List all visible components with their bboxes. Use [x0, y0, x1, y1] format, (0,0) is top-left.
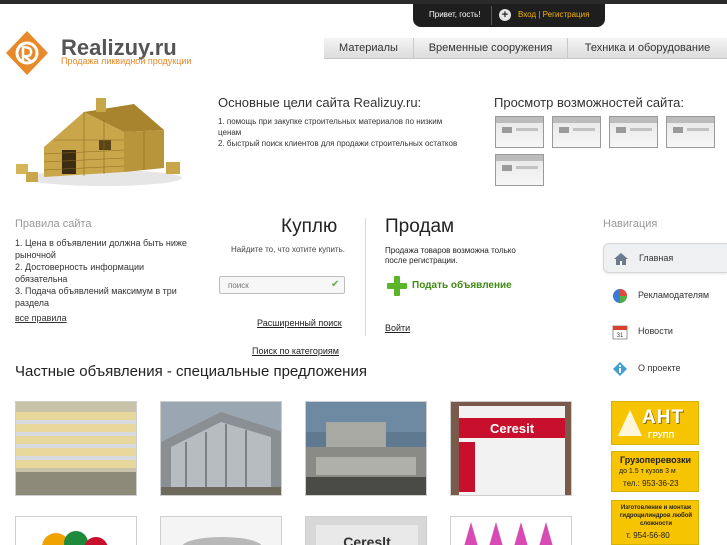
plus-icon[interactable]: +: [499, 9, 511, 21]
nav-item-home[interactable]: Главная: [603, 243, 727, 273]
buy-title: Куплю: [281, 216, 338, 237]
nav-materials[interactable]: Материалы: [324, 38, 414, 58]
advanced-search-link[interactable]: Расширенный поиск: [257, 318, 342, 328]
listing-photo[interactable]: [15, 401, 137, 496]
nav-item-label: Новости: [638, 326, 673, 336]
ad-phone: тел.: 953-36-23: [623, 479, 679, 488]
top-strip: [0, 0, 727, 4]
ad-title: АНТ: [642, 407, 685, 428]
preview-title: Просмотр возможностей сайта:: [494, 95, 684, 110]
preview-thumbnail[interactable]: [495, 154, 544, 186]
register-link[interactable]: Регистрация: [543, 10, 590, 19]
ant-group-banner[interactable]: АНТ ГРУПП: [611, 401, 699, 445]
nav-item-label: Рекламодателям: [638, 290, 710, 300]
info-icon: [613, 362, 627, 376]
navigation-title: Навигация: [603, 218, 658, 230]
house-illustration: [16, 98, 182, 186]
section-title: Частные объявления - специальные предлож…: [15, 363, 367, 380]
listing-photo[interactable]: [160, 401, 282, 496]
category-search-link[interactable]: Поиск по категориям: [252, 346, 339, 356]
nav-item-label: Главная: [639, 253, 674, 263]
listing-photo[interactable]: [305, 401, 427, 496]
goal-item: 2. быстрый поиск клиентов для продажи ст…: [218, 139, 458, 148]
ceresit-label: Cereslt: [343, 534, 391, 545]
nav-item-label: О проекте: [638, 363, 681, 373]
listing-photo[interactable]: [160, 516, 282, 545]
rules-list: 1. Цена в объявлении должна быть ниже ры…: [15, 237, 190, 309]
calendar-icon: 31: [612, 325, 628, 340]
sell-title: Продам: [385, 216, 455, 237]
userbar-divider: [491, 6, 492, 25]
ad-text: до 1.5 т кузов 3 м: [619, 468, 676, 475]
ant-logo-shape: [618, 410, 642, 436]
buy-sell-divider: [365, 218, 366, 336]
userbar-links: Вход | Регистрация: [518, 10, 589, 19]
rules-title: Правила сайта: [15, 218, 92, 230]
buy-hint: Найдите то, что хотите купить.: [231, 245, 345, 254]
ad-phone: т. 954-56-80: [626, 531, 670, 540]
nav-machinery[interactable]: Техника и оборудование: [568, 38, 727, 58]
ad-title: Грузоперевозки: [620, 455, 692, 465]
nav-temporary-buildings[interactable]: Временные сооружения: [414, 38, 568, 58]
goal-item: 1. помощь при закупке строительных матер…: [218, 117, 443, 137]
ceresit-label: Ceresit: [490, 421, 535, 436]
cargo-banner[interactable]: Грузоперевозки до 1.5 т кузов 3 м тел.: …: [611, 451, 699, 492]
pie-chart-icon: [613, 289, 627, 303]
listing-photo[interactable]: [450, 516, 572, 545]
preview-thumbnail[interactable]: [495, 116, 544, 148]
rule-item: 2. Достоверность информации обязательна: [15, 262, 145, 284]
login-link[interactable]: Вход: [518, 10, 536, 19]
listing-photo[interactable]: [15, 516, 137, 545]
add-plus-icon[interactable]: [387, 276, 407, 296]
link-divider: |: [538, 10, 541, 19]
listing-photo[interactable]: Ceresit: [450, 401, 572, 496]
rule-item: 1. Цена в объявлении должна быть ниже ры…: [15, 238, 187, 260]
home-icon: [614, 253, 628, 265]
ad-title: Изготовление и монтаж гидроцилиндров люб…: [619, 505, 693, 527]
sell-login-link[interactable]: Войти: [385, 323, 410, 333]
hydraulics-banner[interactable]: Изготовление и монтаж гидроцилиндров люб…: [611, 500, 699, 545]
goals-list: 1. помощь при закупке строительных матер…: [218, 116, 458, 149]
greeting-text: Привет, гость!: [429, 10, 481, 19]
site-subtitle: Продажа ликвидной продукции: [61, 56, 192, 66]
nav-item-about[interactable]: О проекте: [603, 354, 727, 384]
nav-item-news[interactable]: 31 Новости: [603, 317, 727, 347]
add-listing-button[interactable]: Подать объявление: [412, 280, 512, 291]
nav-item-advertisers[interactable]: Рекламодателям: [603, 281, 727, 311]
search-input[interactable]: [219, 276, 345, 294]
top-nav: Материалы Временные сооружения Техника и…: [324, 38, 727, 59]
user-bar: Привет, гость! + Вход | Регистрация: [413, 4, 605, 27]
all-rules-link[interactable]: все правила: [15, 313, 67, 323]
preview-thumbnail[interactable]: [552, 116, 601, 148]
preview-thumbnail[interactable]: [666, 116, 715, 148]
listing-photo[interactable]: Cereslt: [305, 516, 427, 545]
rule-item: 3. Подача объявлений максимум в три разд…: [15, 286, 177, 308]
preview-thumbnail[interactable]: [609, 116, 658, 148]
sell-hint-end: .: [455, 256, 458, 265]
ad-subtitle: ГРУПП: [648, 431, 675, 440]
logo-icon[interactable]: [4, 30, 50, 76]
search-check-icon[interactable]: ✔: [331, 280, 342, 290]
sell-hint: Продажа товаров возможна только после ре…: [385, 246, 525, 266]
register-hint-link[interactable]: регистрации: [409, 256, 455, 265]
svg-text:31: 31: [617, 333, 624, 339]
goals-title: Основные цели сайта Realizuy.ru:: [218, 95, 422, 110]
